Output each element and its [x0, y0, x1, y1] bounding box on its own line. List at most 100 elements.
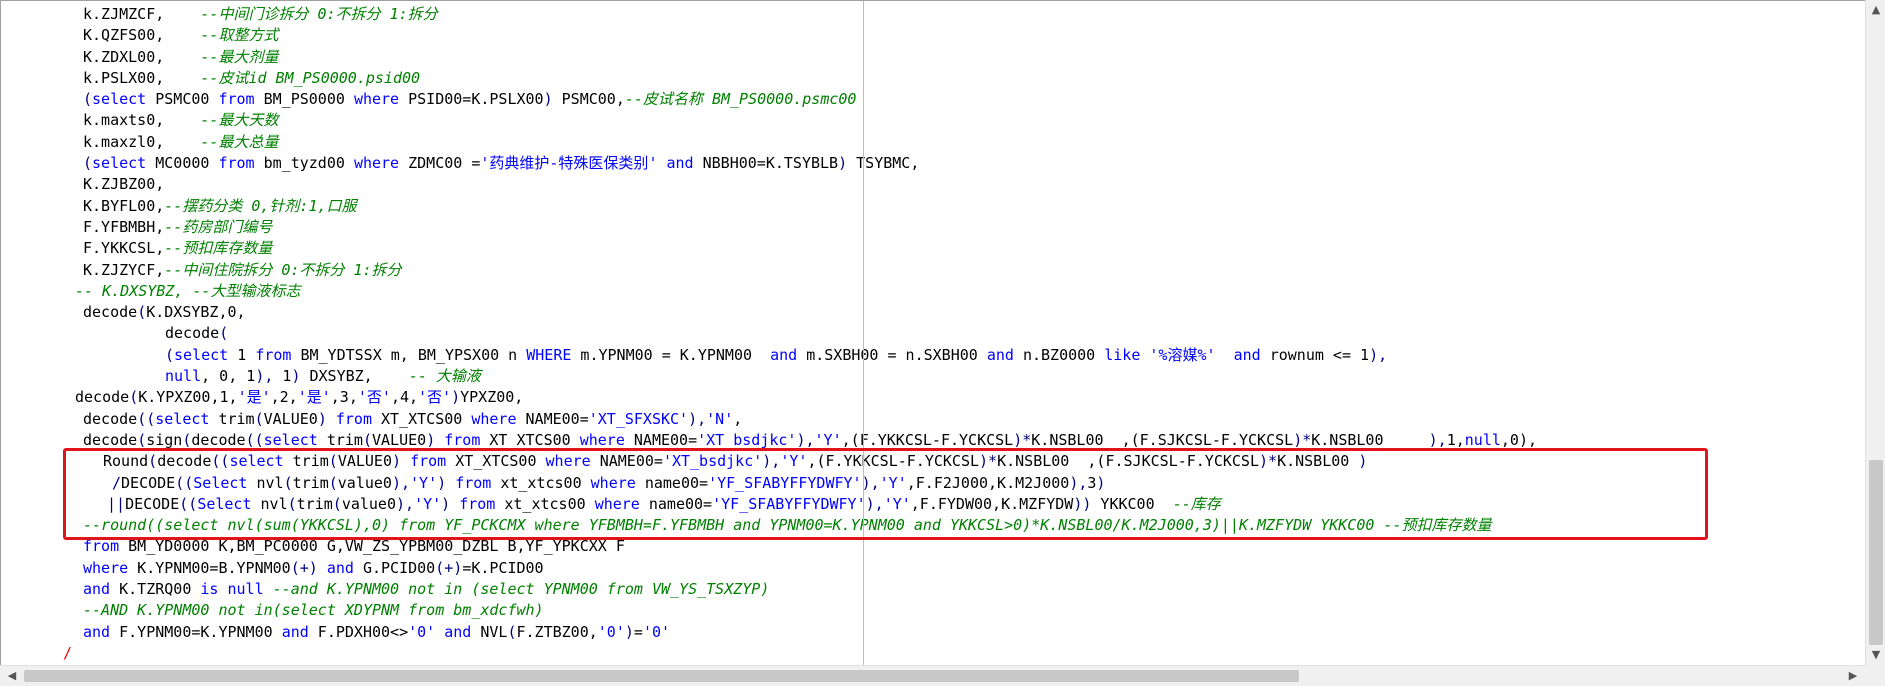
code-token: ((: [137, 409, 156, 428]
code-token: and: [986, 345, 1014, 364]
code-token: F.YKKCSL-F.YCKCSL: [859, 430, 1014, 449]
scroll-down-icon[interactable]: ▼: [1866, 645, 1885, 665]
code-token: VALUE0: [372, 430, 427, 449]
vertical-scrollbar[interactable]: ▲ ▼: [1865, 0, 1885, 665]
code-token: BM_YDTSSX m, BM_YPSX00 n: [291, 345, 527, 364]
code-token: VALUE0: [263, 409, 318, 428]
code-token: and: [1233, 345, 1261, 364]
code-token: '否': [418, 388, 452, 407]
code-line-content: (select PSMC00 from BM_PS0000 where PSID…: [83, 89, 856, 110]
code-token: from: [83, 537, 120, 556]
code-token: (: [137, 303, 147, 322]
code-token: BM_YD0000 K,BM_PC0000 G,VW_ZS_YPBM00_DZB…: [119, 537, 625, 556]
code-line-content: decode(: [165, 323, 228, 344]
code-token: bm_tyzd00: [254, 154, 354, 173]
code-token: F.YFBMBH,: [83, 217, 165, 236]
code-token: (: [219, 324, 229, 343]
code-line-content: (select 1 from BM_YDTSSX m, BM_YPSX00 n …: [165, 345, 1387, 366]
code-token: null: [165, 367, 202, 386]
code-token: (+): [435, 558, 463, 577]
code-token: --and K.YPNM00 not in (select YPNM00 fro…: [272, 580, 770, 599]
code-token: K.YPNM00=B.YPNM00: [128, 558, 291, 577]
code-token: --皮试id BM_PS0000.psid00: [200, 68, 421, 87]
code-token: K.NSBL00 ,(: [1031, 430, 1140, 449]
code-token: XT_XTCS00: [480, 430, 580, 449]
sql-code-editor[interactable]: k.ZJMZCF, --中间门诊拆分 0:不拆分 1:拆分 K.QZFS00, -…: [0, 0, 1865, 665]
code-line-content: null, 0, 1), 1) DXSYBZ, -- 大输液: [165, 366, 481, 387]
code-token: decode: [75, 388, 130, 407]
code-line-content: decode(K.YPXZ00,1,'是',2,'是',3,'否',4,'否')…: [75, 387, 523, 408]
code-token: decode: [165, 324, 220, 343]
code-token: from: [218, 154, 255, 173]
code-token: where: [471, 409, 517, 428]
code-token: --皮试名称 BM_PS0000.psmc00: [624, 90, 857, 109]
code-token: k.maxts0,: [83, 111, 201, 130]
code-line-content: /: [63, 643, 72, 664]
code-token: m.SXBH00 = n.SXBH00: [797, 345, 987, 364]
code-token: ),: [1369, 345, 1388, 364]
code-line-content: K.BYFL00,--摆药分类 0,针剂:1,口服: [83, 196, 357, 217]
code-token: ),: [1392, 430, 1447, 449]
code-token: select: [92, 154, 147, 173]
code-token: --最大总量: [200, 132, 279, 151]
code-token: ): [426, 430, 436, 449]
code-token: '0': [408, 622, 436, 641]
code-token: select: [263, 430, 318, 449]
code-token: trim: [317, 430, 363, 449]
code-line-content: K.ZJZYCF,--中间住院拆分 0:不拆分 1:拆分: [83, 260, 402, 281]
scroll-up-icon[interactable]: ▲: [1866, 0, 1885, 20]
code-token: F.ZTBZ00,: [516, 622, 598, 641]
code-token: (: [165, 345, 175, 364]
highlight-box: [63, 448, 1708, 540]
code-token: '否': [357, 388, 391, 407]
code-token: -- K.DXSYBZ, --大型输液标志: [75, 281, 301, 300]
code-token: ),: [688, 409, 707, 428]
code-token: and: [666, 154, 694, 173]
code-token: ),: [796, 430, 815, 449]
code-token: K.DXSYBZ,0,: [146, 303, 246, 322]
scroll-right-icon[interactable]: ▶: [1843, 666, 1863, 686]
code-token: 1: [228, 345, 256, 364]
code-token: where: [353, 154, 400, 173]
code-token: BM_PS0000: [254, 90, 354, 109]
horizontal-scrollbar[interactable]: ◀ ▶: [0, 665, 1865, 686]
code-token: ,: [733, 409, 743, 428]
code-token: YPXZ00,: [460, 388, 524, 407]
code-token: K.ZJZYCF,: [83, 260, 165, 279]
code-token: K.ZJBZ00,: [83, 175, 165, 194]
code-line-content: K.QZFS00, --取整方式: [83, 25, 278, 46]
code-token: K.YPXZ00,1,: [138, 388, 238, 407]
code-token: DXSYBZ,: [300, 367, 409, 386]
code-token: 'Y': [814, 430, 842, 449]
code-token: '药典维护-特殊医保类别': [480, 154, 658, 173]
code-line-content: decode(K.DXSYBZ,0,: [83, 302, 246, 323]
code-token: PSMC00: [146, 90, 219, 109]
code-token: )*: [1013, 430, 1032, 449]
code-token: decode: [83, 303, 138, 322]
code-token: K.TZRQ00: [110, 580, 201, 599]
code-token: XT_XTCS00: [372, 409, 472, 428]
code-token: (: [83, 154, 93, 173]
vertical-scroll-thumb[interactable]: [1869, 460, 1883, 645]
code-line-content: k.PSLX00, --皮试id BM_PS0000.psid00: [83, 68, 420, 89]
scroll-left-icon[interactable]: ◀: [2, 666, 22, 686]
code-token: (: [83, 90, 93, 109]
edge-guide-line: [863, 1, 864, 665]
code-token: and: [83, 580, 111, 599]
horizontal-scroll-thumb[interactable]: [24, 670, 1299, 682]
code-line-content: -- K.DXSYBZ, --大型输液标志: [75, 281, 300, 302]
code-token: k.PSLX00,: [83, 68, 201, 87]
code-token: =: [633, 622, 643, 641]
code-token: WHERE: [526, 345, 572, 364]
code-token: like: [1104, 345, 1141, 364]
code-token: sign: [146, 430, 183, 449]
code-token: and: [83, 622, 111, 641]
code-token: --取整方式: [200, 26, 279, 45]
code-token: '0': [642, 622, 671, 641]
code-token: '是': [237, 388, 271, 407]
